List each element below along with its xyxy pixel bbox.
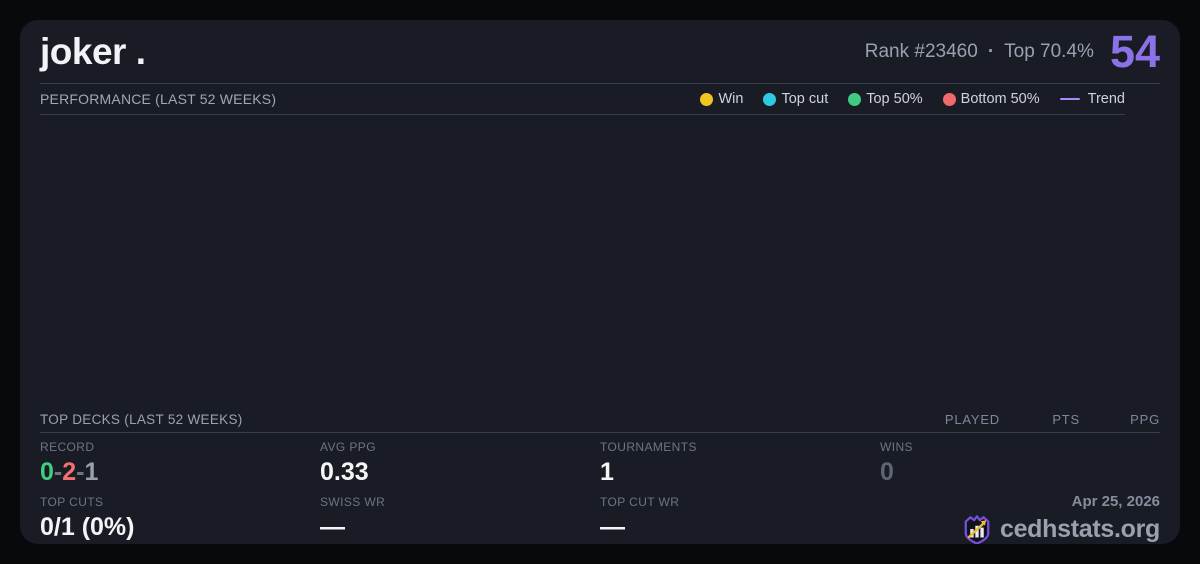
stat-wins-value: 0 (880, 458, 894, 486)
topcut-dot-icon (763, 92, 777, 106)
player-rank: Rank #23460 (864, 40, 978, 62)
performance-section-title: PERFORMANCE (LAST 52 WEEKS) (40, 91, 277, 107)
chart-legend: Win Top cut Top 50% Bottom 50% Trend (700, 91, 1125, 107)
stat-swiss-wr-value: — (320, 513, 345, 541)
stat-tournaments: TOURNAMENTS 1 (600, 433, 880, 488)
column-header-pts: PTS (1052, 412, 1080, 427)
record-draws: 1 (84, 458, 99, 486)
footer: Apr 25, 2026 cedhstats.org (880, 488, 1160, 544)
separator-dot: · (987, 40, 995, 62)
performance-header: PERFORMANCE (LAST 52 WEEKS) Win Top cut … (40, 84, 1125, 115)
stat-swiss-wr-label: SWISS WR (320, 495, 386, 509)
brand-text: cedhstats.org (999, 515, 1160, 543)
win-dot-icon (700, 92, 714, 106)
legend-label-bottom50: Bottom 50% (960, 91, 1040, 107)
stat-record-label: RECORD (40, 440, 95, 454)
stat-top-cut-wr-value: — (600, 513, 625, 541)
stat-tournaments-label: TOURNAMENTS (600, 440, 697, 454)
legend-item-trend: Trend (1059, 91, 1125, 107)
player-top-percent: Top 70.4% (1004, 40, 1094, 62)
legend-label-win: Win (718, 91, 744, 107)
stat-record: RECORD 0-2-1 (40, 433, 320, 488)
legend-item-win: Win (700, 91, 743, 107)
card-header: joker . Rank #23460 · Top 70.4% 54 (40, 20, 1160, 84)
top-decks-columns: PLAYED PTS PPG (920, 412, 1160, 427)
stat-tournaments-value: 1 (600, 458, 614, 486)
record-wins: 0 (40, 458, 54, 486)
column-header-played: PLAYED (944, 412, 1000, 427)
stats-grid: RECORD 0-2-1 AVG PPG 0.33 TOURNAMENTS 1 … (40, 433, 1160, 544)
performance-chart (20, 115, 1180, 407)
legend-label-trend: Trend (1087, 91, 1125, 107)
stat-avg-ppg-value: 0.33 (320, 458, 369, 486)
stat-avg-ppg: AVG PPG 0.33 (320, 433, 600, 488)
stat-top-cut-wr-label: TOP CUT WR (600, 495, 680, 509)
cedhstats-logo-icon (964, 515, 990, 544)
legend-item-topcut: Top cut (763, 91, 828, 107)
record-losses: 2 (62, 458, 77, 486)
legend-label-topcut: Top cut (781, 91, 829, 107)
stat-top-cuts-value: 0/1 (0%) (40, 513, 135, 541)
player-name: joker . (40, 30, 146, 72)
top-decks-header: TOP DECKS (LAST 52 WEEKS) PLAYED PTS PPG (40, 407, 1160, 433)
player-stats-card: joker . Rank #23460 · Top 70.4% 54 PERFO… (20, 20, 1180, 544)
stat-avg-ppg-label: AVG PPG (320, 440, 376, 454)
trend-line-icon (1059, 97, 1080, 101)
legend-item-top50: Top 50% (848, 91, 923, 107)
stat-wins-label: WINS (880, 440, 913, 454)
bottom50-dot-icon (942, 92, 956, 106)
record-sep1: - (53, 458, 63, 486)
top-decks-title: TOP DECKS (LAST 52 WEEKS) (40, 412, 243, 427)
stat-swiss-wr: SWISS WR — (320, 488, 600, 544)
card-date: Apr 25, 2026 (1071, 493, 1160, 510)
column-header-ppg: PPG (1130, 412, 1160, 427)
legend-label-top50: Top 50% (866, 91, 923, 107)
stat-top-cuts-label: TOP CUTS (40, 495, 104, 509)
top50-dot-icon (848, 92, 862, 106)
stat-top-cuts: TOP CUTS 0/1 (0%) (40, 488, 320, 544)
rank-summary: Rank #23460 · Top 70.4% 54 (865, 29, 1160, 74)
player-score: 54 (1109, 26, 1160, 77)
stat-top-cut-wr: TOP CUT WR — (600, 488, 880, 544)
brand: cedhstats.org (962, 513, 1160, 544)
legend-item-bottom50: Bottom 50% (942, 91, 1040, 107)
stat-wins: WINS 0 (880, 433, 1160, 488)
stat-record-value: 0-2-1 (40, 458, 320, 487)
